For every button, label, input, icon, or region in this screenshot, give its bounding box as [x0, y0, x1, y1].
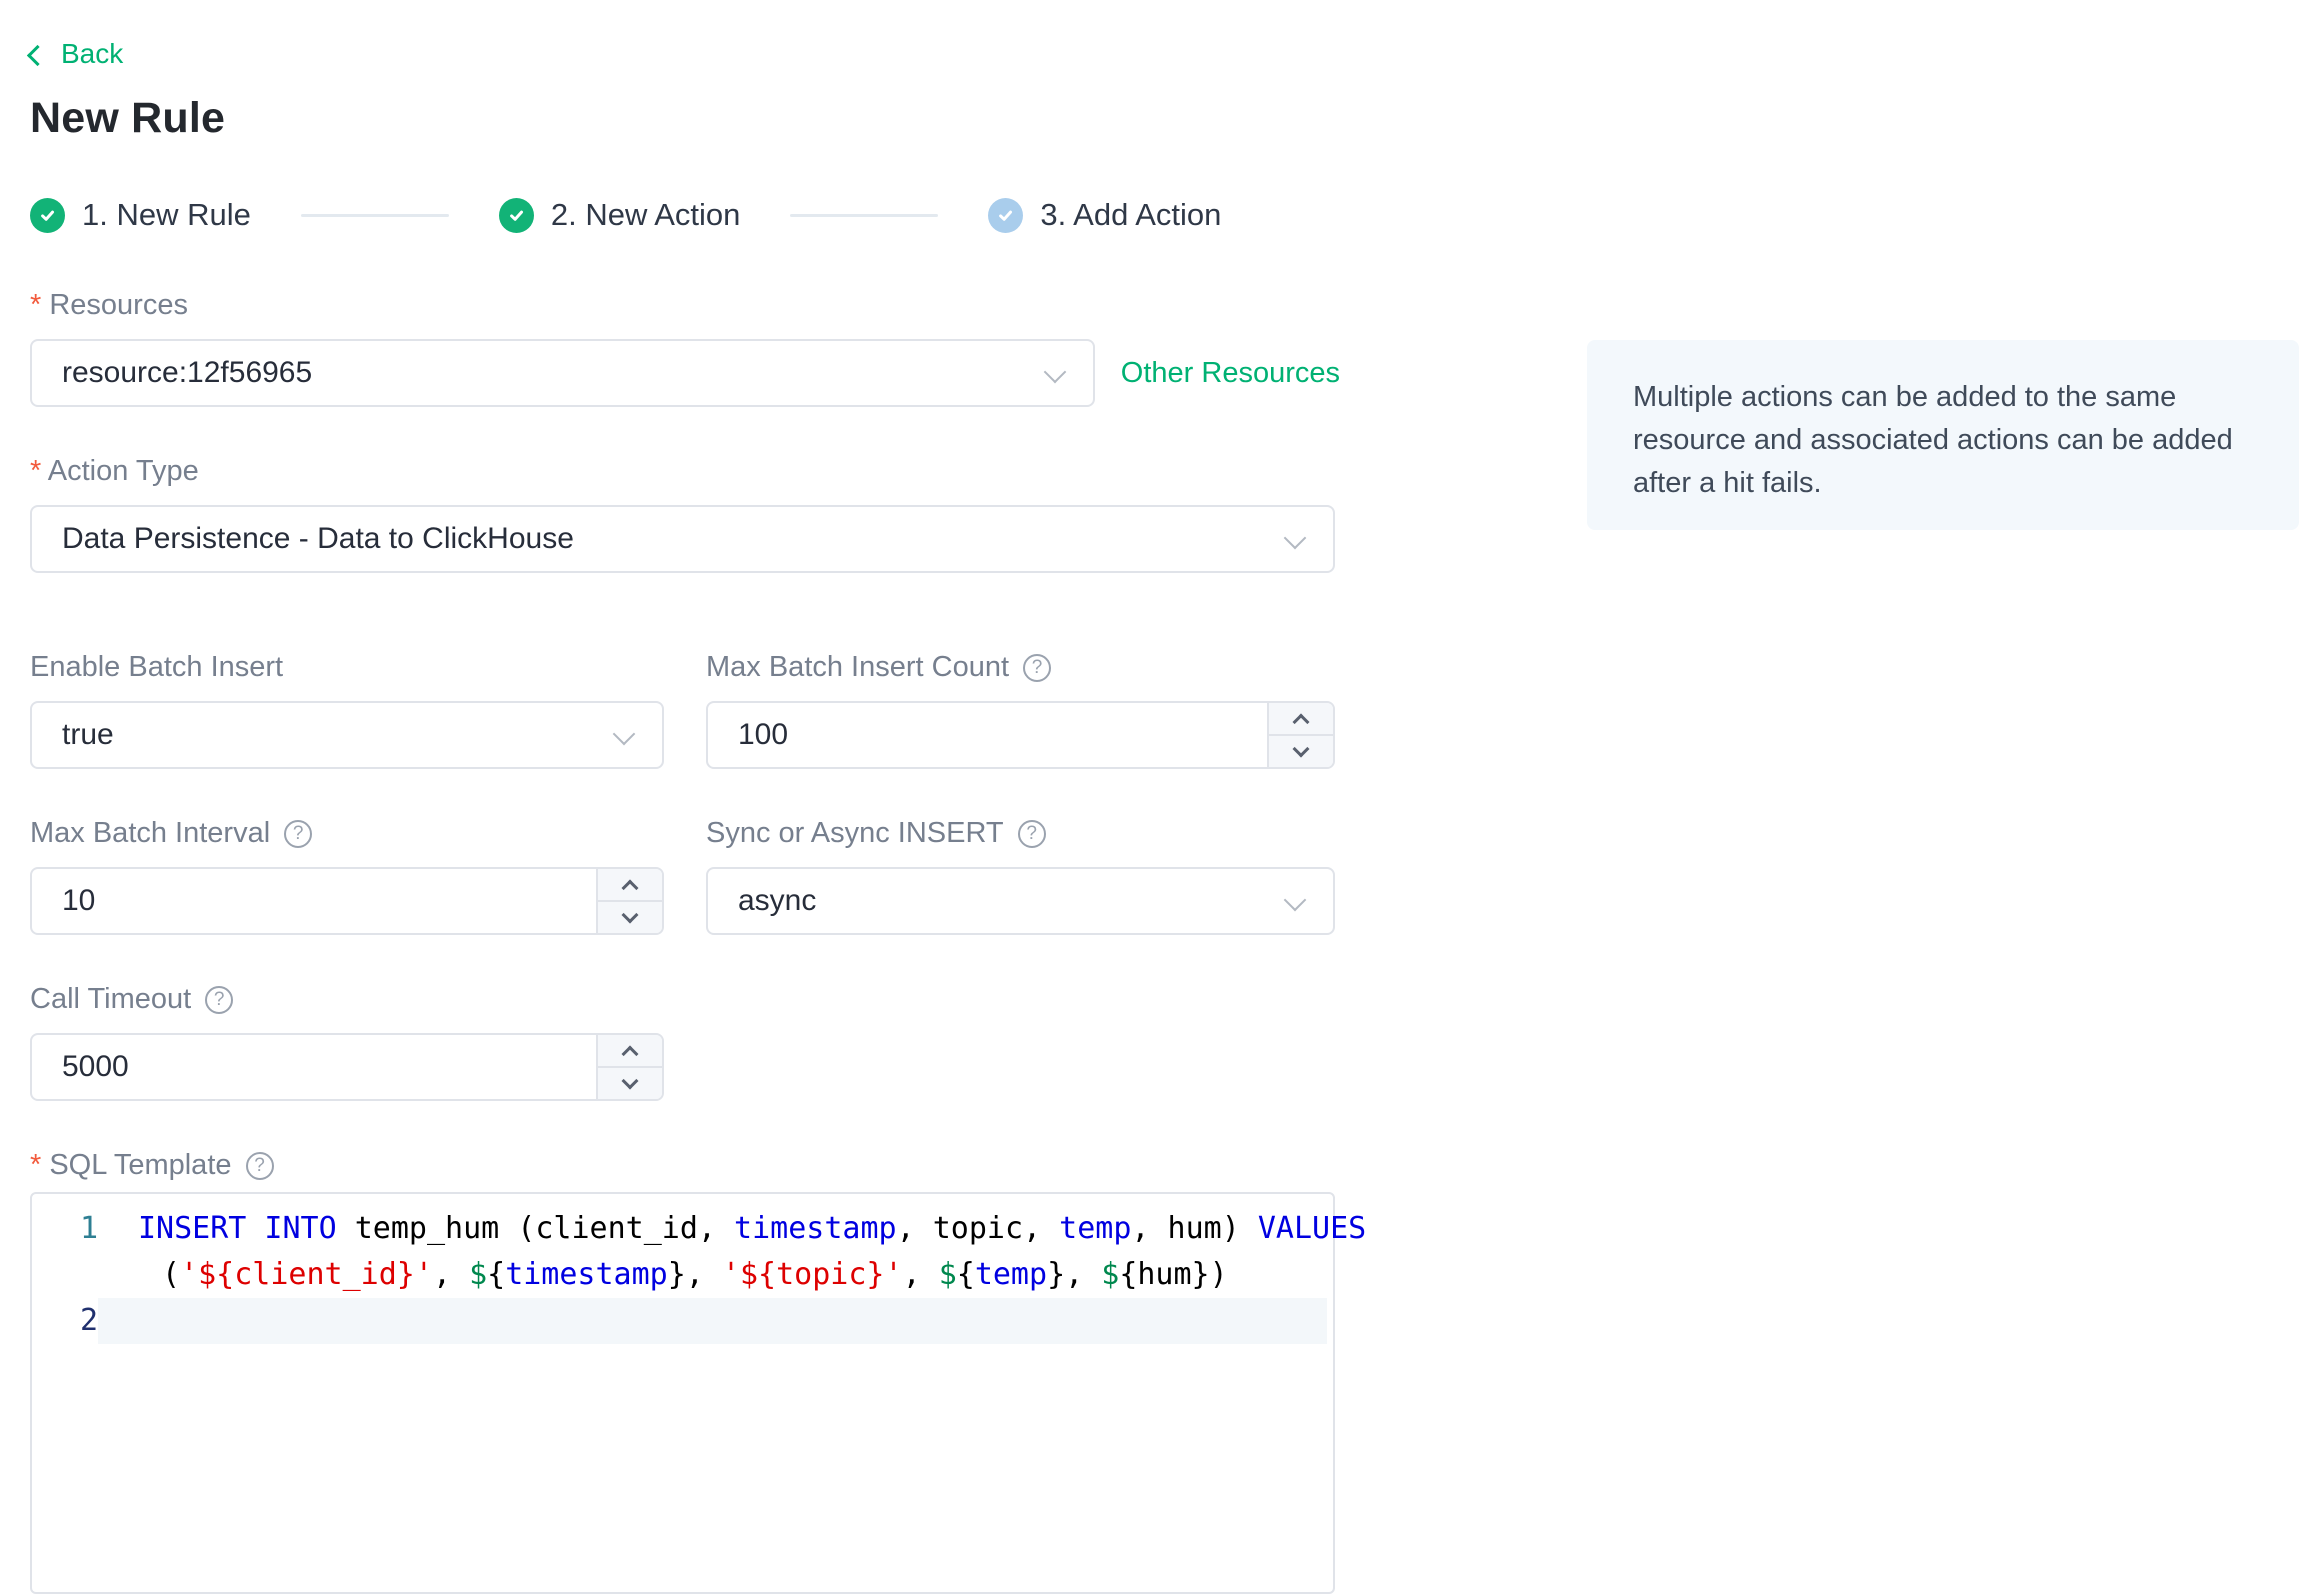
editor-line[interactable]: 2 [32, 1298, 1333, 1344]
max-batch-interval-label: Max Batch Interval [30, 817, 271, 849]
editor-line[interactable]: 1 INSERT INTO temp_hum (client_id, timest… [32, 1206, 1366, 1298]
max-batch-interval-value: 10 [62, 884, 96, 917]
resources-label: Resources [30, 289, 188, 322]
enable-batch-value: true [62, 718, 114, 751]
number-stepper [596, 869, 662, 933]
chevron-left-icon [26, 44, 49, 66]
help-icon[interactable]: ? [245, 1151, 274, 1180]
resources-select[interactable]: resource:12f56965 [30, 339, 1095, 407]
sync-async-value: async [738, 884, 817, 917]
help-icon[interactable]: ? [284, 819, 313, 848]
check-circle-icon [498, 197, 534, 233]
page-title: New Rule [30, 94, 226, 142]
action-type-selected-value: Data Persistence - Data to ClickHouse [62, 522, 574, 555]
max-batch-count-label: Max Batch Insert Count [706, 651, 1010, 683]
max-batch-count-input[interactable]: 100 [706, 701, 1335, 769]
back-label: Back [61, 38, 124, 69]
back-button[interactable]: Back [26, 38, 124, 70]
step-new-rule[interactable]: 1. New Rule [30, 197, 251, 233]
arrow-down-icon [1292, 740, 1310, 757]
increment-button[interactable] [1269, 703, 1333, 736]
main-content: Back New Rule 1. New Rule 2. New Action … [26, 38, 1366, 1594]
code-content: INSERT INTO temp_hum (client_id, timesta… [138, 1211, 1367, 1292]
row-interval-sync: Max Batch Interval ? 10 Sync or Async IN… [30, 817, 1340, 935]
info-box: Multiple actions can be added to the sam… [1587, 340, 2299, 530]
number-stepper [596, 1035, 662, 1099]
step-label: 3. Add Action [1040, 197, 1222, 232]
max-batch-interval-input[interactable]: 10 [30, 867, 664, 935]
decrement-button[interactable] [1269, 736, 1333, 767]
sql-template-label: SQL Template [30, 1149, 231, 1182]
help-icon[interactable]: ? [1023, 653, 1052, 682]
help-icon[interactable]: ? [205, 985, 234, 1014]
enable-batch-select[interactable]: true [30, 701, 664, 769]
action-type-label: Action Type [30, 455, 199, 488]
arrow-up-icon [621, 1045, 639, 1062]
increment-button[interactable] [598, 869, 662, 902]
max-batch-count-value: 100 [738, 718, 789, 751]
info-box-text: Multiple actions can be added to the sam… [1633, 381, 2233, 499]
step-connector [300, 213, 449, 217]
other-resources-link[interactable]: Other Resources [1121, 357, 1340, 390]
arrow-up-icon [621, 879, 639, 896]
action-type-select[interactable]: Data Persistence - Data to ClickHouse [30, 505, 1335, 573]
arrow-down-icon [621, 906, 639, 923]
wizard-steps: 1. New Rule 2. New Action 3. Add Action [30, 197, 1340, 233]
field-call-timeout: Call Timeout ? 5000 [30, 983, 1340, 1101]
resources-selected-value: resource:12f56965 [62, 356, 313, 389]
field-resources: Resources resource:12f56965 Other Resour… [30, 289, 1340, 407]
number-stepper [1267, 703, 1333, 767]
code-content [98, 1298, 1327, 1344]
line-number: 2 [79, 1303, 98, 1338]
call-timeout-value: 5000 [62, 1050, 129, 1083]
decrement-button[interactable] [598, 902, 662, 933]
sync-async-label: Sync or Async INSERT [706, 817, 1004, 849]
step-add-action[interactable]: 3. Add Action [988, 197, 1221, 233]
step-new-action[interactable]: 2. New Action [498, 197, 741, 233]
sync-async-select[interactable]: async [706, 867, 1335, 935]
check-circle-icon [30, 197, 65, 233]
row-batch: Enable Batch Insert true Max Batch Inser… [30, 651, 1340, 769]
field-action-type: Action Type Data Persistence - Data to C… [30, 455, 1340, 573]
help-icon[interactable]: ? [1017, 819, 1046, 848]
enable-batch-label: Enable Batch Insert [30, 651, 284, 683]
field-sql-template: SQL Template ? 1 INSERT INTO temp_hum (cl… [30, 1149, 1366, 1594]
arrow-down-icon [621, 1072, 639, 1089]
sql-code-editor[interactable]: 1 INSERT INTO temp_hum (client_id, timest… [30, 1192, 1366, 1594]
step-label: 2. New Action [550, 197, 741, 232]
decrement-button[interactable] [598, 1068, 662, 1099]
check-circle-icon [988, 197, 1024, 233]
call-timeout-input[interactable]: 5000 [30, 1033, 664, 1101]
increment-button[interactable] [598, 1035, 662, 1068]
call-timeout-label: Call Timeout [30, 983, 192, 1015]
step-connector [790, 213, 939, 217]
step-label: 1. New Rule [82, 197, 251, 232]
line-number: 1 [79, 1211, 98, 1246]
arrow-up-icon [1292, 713, 1310, 730]
